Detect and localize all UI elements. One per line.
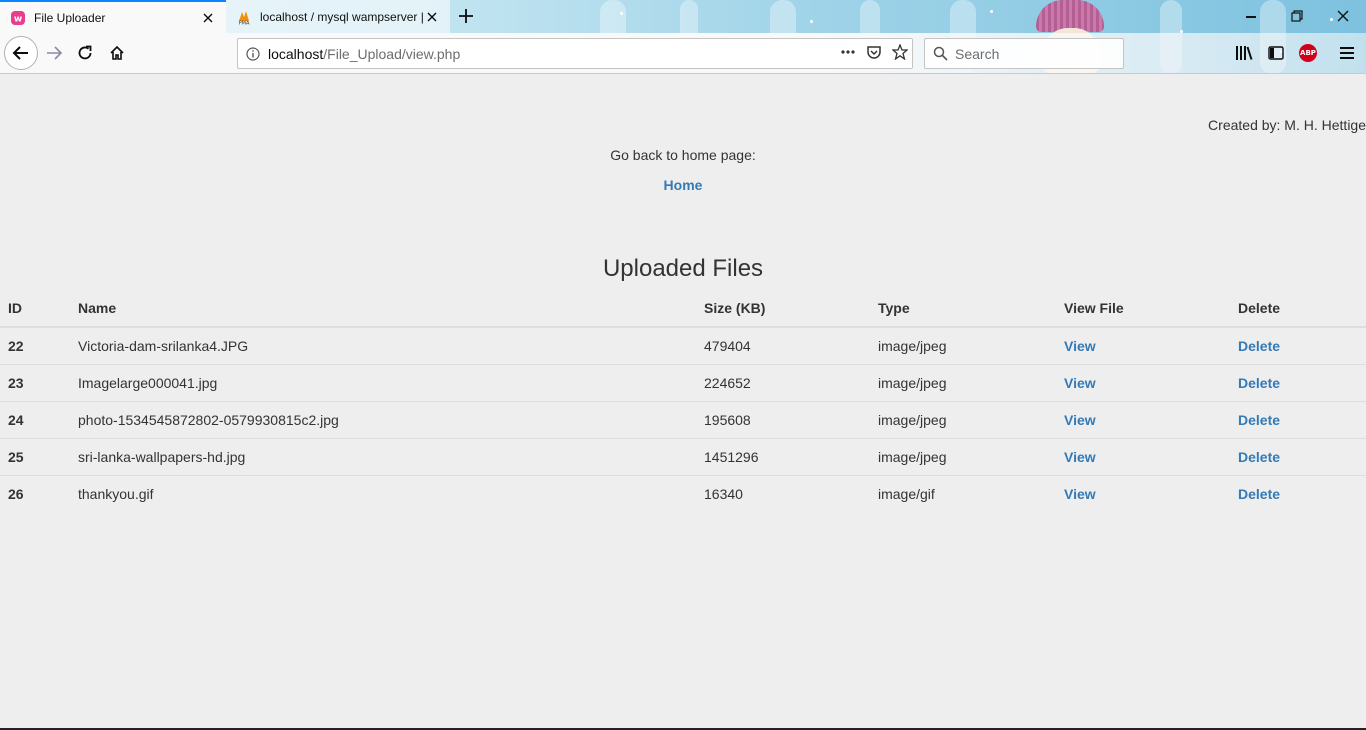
cell-view: View (1056, 326, 1230, 364)
delete-link[interactable]: Delete (1238, 375, 1280, 391)
search-box[interactable]: Search (924, 38, 1124, 69)
adblock-label: ABP (1299, 44, 1317, 62)
cell-type: image/jpeg (870, 326, 1056, 364)
minimize-icon[interactable] (1228, 0, 1274, 32)
bookmark-star-icon[interactable] (891, 43, 909, 63)
search-icon (925, 46, 955, 61)
home-icon[interactable] (101, 37, 133, 69)
column-header-name: Name (70, 289, 696, 328)
tab-file-uploader[interactable]: w File Uploader (0, 0, 226, 33)
sidebar-icon[interactable] (1264, 41, 1288, 65)
page-actions-ellipsis-icon[interactable] (840, 44, 856, 63)
tab-title: File Uploader (34, 10, 106, 25)
tab-strip: w File Uploader PMA localhost / mysql wa… (0, 0, 1366, 33)
view-link[interactable]: View (1064, 449, 1096, 465)
phpmyadmin-favicon-icon: PMA (236, 9, 252, 25)
svg-text:PMA: PMA (239, 20, 250, 25)
cell-name: Imagelarge000041.jpg (70, 363, 696, 401)
cell-type: image/jpeg (870, 437, 1056, 475)
menu-hamburger-icon[interactable] (1335, 41, 1359, 65)
page-content: Created by: M. H. Hettige Go back to hom… (0, 74, 1366, 728)
table-row: 25 sri-lanka-wallpapers-hd.jpg 1451296 i… (0, 437, 1366, 475)
cell-size: 1451296 (696, 437, 870, 475)
view-link[interactable]: View (1064, 338, 1096, 354)
view-link[interactable]: View (1064, 375, 1096, 391)
cell-delete: Delete (1230, 400, 1366, 438)
cell-type: image/jpeg (870, 400, 1056, 438)
view-link[interactable]: View (1064, 412, 1096, 428)
page-title: Uploaded Files (602, 255, 764, 282)
restore-icon[interactable] (1274, 0, 1320, 32)
adblock-plus-icon[interactable]: ABP (1296, 41, 1320, 65)
cell-view: View (1056, 400, 1230, 438)
uploaded-files-table: ID Name Size (KB) Type View File Delete … (0, 289, 1366, 512)
cell-view: View (1056, 474, 1230, 512)
column-header-size: Size (KB) (696, 289, 870, 328)
site-info-icon[interactable] (238, 46, 268, 61)
table-header-row: ID Name Size (KB) Type View File Delete (0, 289, 1366, 328)
cell-id: 25 (0, 437, 70, 475)
delete-link[interactable]: Delete (1238, 486, 1280, 502)
cell-delete: Delete (1230, 437, 1366, 475)
tab-title: localhost / mysql wampserver | (260, 9, 424, 24)
wamp-favicon-icon: w (10, 10, 26, 26)
cell-size: 16340 (696, 474, 870, 512)
tab-phpmyadmin[interactable]: PMA localhost / mysql wampserver | (226, 0, 450, 33)
cell-delete: Delete (1230, 363, 1366, 401)
cell-size: 479404 (696, 326, 870, 364)
cell-name: thankyou.gif (70, 474, 696, 512)
cell-id: 26 (0, 474, 70, 512)
table-row: 23 Imagelarge000041.jpg 224652 image/jpe… (0, 363, 1366, 401)
column-header-view-file: View File (1056, 289, 1230, 328)
delete-link[interactable]: Delete (1238, 412, 1280, 428)
column-header-delete: Delete (1230, 289, 1366, 328)
window-close-icon[interactable] (1320, 0, 1366, 32)
navigation-toolbar: localhost/File_Upload/view.php Search AB… (0, 33, 1366, 74)
table-row: 26 thankyou.gif 16340 image/gif View Del… (0, 474, 1366, 512)
cell-name: Victoria-dam-srilanka4.JPG (70, 326, 696, 364)
pocket-icon[interactable] (866, 44, 882, 63)
cell-type: image/jpeg (870, 363, 1056, 401)
url-path: /File_Upload/view.php (323, 45, 461, 62)
cell-name: sri-lanka-wallpapers-hd.jpg (70, 437, 696, 475)
browser-chrome: w File Uploader PMA localhost / mysql wa… (0, 0, 1366, 74)
cell-size: 224652 (696, 363, 870, 401)
reload-icon[interactable] (69, 37, 101, 69)
svg-text:w: w (14, 14, 22, 24)
cell-name: photo-1534545872802-0579930815c2.jpg (70, 400, 696, 438)
cell-id: 22 (0, 326, 70, 364)
tab-close-icon[interactable] (200, 10, 216, 26)
new-tab-plus-icon[interactable] (455, 5, 477, 27)
cell-delete: Delete (1230, 326, 1366, 364)
cell-view: View (1056, 437, 1230, 475)
back-arrow-icon[interactable] (4, 36, 38, 70)
library-icon[interactable] (1232, 41, 1256, 65)
url-host: localhost (268, 45, 324, 62)
tab-close-icon[interactable] (424, 9, 440, 25)
search-placeholder: Search (955, 45, 1000, 62)
table-row: 22 Victoria-dam-srilanka4.JPG 479404 ima… (0, 326, 1366, 364)
column-header-type: Type (870, 289, 1056, 328)
delete-link[interactable]: Delete (1238, 449, 1280, 465)
home-link-container: Home (0, 177, 1366, 193)
cell-size: 195608 (696, 400, 870, 438)
delete-link[interactable]: Delete (1238, 338, 1280, 354)
view-link[interactable]: View (1064, 486, 1096, 502)
cell-type: image/gif (870, 474, 1056, 512)
home-link[interactable]: Home (664, 177, 703, 193)
creator-credit: Created by: M. H. Hettige (1208, 117, 1366, 133)
go-back-text: Go back to home page: (610, 147, 756, 163)
cell-view: View (1056, 363, 1230, 401)
table-row: 24 photo-1534545872802-0579930815c2.jpg … (0, 400, 1366, 438)
cell-delete: Delete (1230, 474, 1366, 512)
column-header-id: ID (0, 289, 70, 328)
forward-arrow-icon[interactable] (38, 37, 70, 69)
cell-id: 24 (0, 400, 70, 438)
address-bar[interactable]: localhost/File_Upload/view.php (237, 38, 913, 69)
cell-id: 23 (0, 363, 70, 401)
